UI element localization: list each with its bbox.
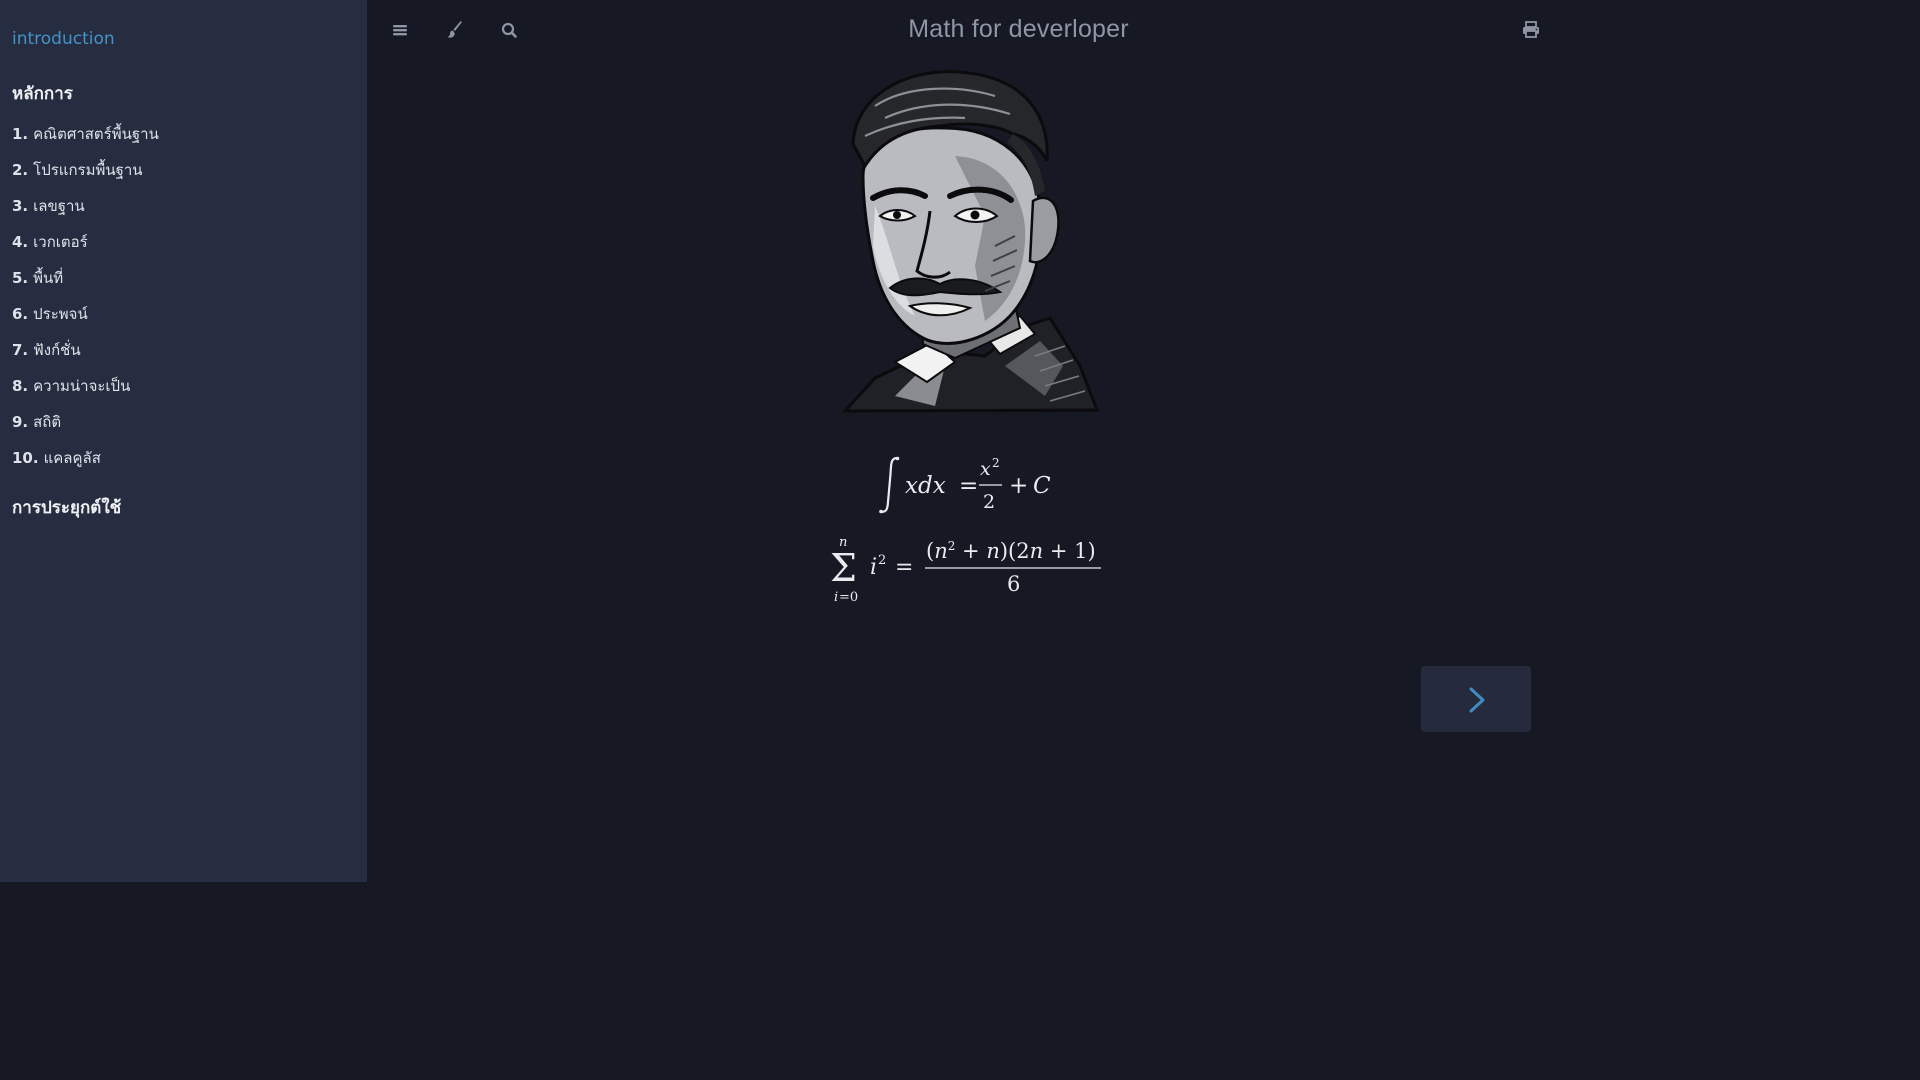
page-title: Math for deverloper — [908, 15, 1129, 43]
chapter-number: 3. — [12, 197, 29, 215]
sidebar-item-chapter-2[interactable]: 2. โปรแกรมพื้นฐาน — [12, 158, 143, 182]
chapter-title: คณิตศาสตร์พื้นฐาน — [33, 125, 159, 143]
chapter-number: 9. — [12, 413, 29, 431]
chapter-title: พื้นที่ — [33, 269, 64, 287]
svg-text:2: 2 — [983, 491, 995, 513]
chapter-title: ฟังก์ชั่น — [33, 341, 81, 359]
svg-text:C: C — [1033, 473, 1051, 499]
sidebar-item-chapter-5[interactable]: 5. พื้นที่ — [12, 266, 63, 290]
next-page-button[interactable] — [1421, 666, 1531, 732]
chapter-title: สถิติ — [33, 413, 62, 431]
sidebar-item-chapter-1[interactable]: 1. คณิตศาสตร์พื้นฐาน — [12, 122, 159, 146]
chapter-title: เวกเตอร์ — [33, 233, 88, 251]
sidebar-item-chapter-10[interactable]: 10. แคลคูลัส — [12, 446, 101, 470]
svg-text:xdx: xdx — [905, 473, 946, 499]
svg-text:i: i — [870, 555, 877, 580]
sidebar: introduction หลักการ 1. คณิตศาสตร์พื้นฐาน… — [0, 0, 367, 882]
svg-text:2: 2 — [878, 553, 886, 568]
summation-formula: n Σ i =0 i 2 = (n2 + n)(2n + 1) 6 — [827, 534, 1107, 608]
svg-text:+: + — [1009, 473, 1028, 499]
sidebar-item-chapter-8[interactable]: 8. ความน่าจะเป็น — [12, 374, 130, 398]
chapter-number: 7. — [12, 341, 29, 359]
svg-text:2: 2 — [992, 456, 1000, 470]
svg-text:6: 6 — [1007, 572, 1020, 596]
sidebar-item-chapter-9[interactable]: 9. สถิติ — [12, 410, 61, 434]
chapter-number: 10. — [12, 449, 39, 467]
portrait-illustration — [835, 66, 1105, 422]
sidebar-item-chapter-7[interactable]: 7. ฟังก์ชั่น — [12, 338, 81, 362]
svg-text:=: = — [959, 473, 978, 499]
svg-text:(n2 + n)(2n + 1): (n2 + n)(2n + 1) — [926, 539, 1096, 563]
svg-text:=: = — [895, 555, 913, 580]
main-content: Math for deverloper xdx = x 2 2 + C n Σ … — [367, 0, 1568, 882]
svg-text:x: x — [980, 458, 991, 480]
sidebar-item-chapter-4[interactable]: 4. เวกเตอร์ — [12, 230, 88, 254]
chapter-number: 6. — [12, 305, 29, 323]
chapter-title: แคลคูลัส — [43, 449, 101, 467]
svg-text:Σ: Σ — [830, 546, 857, 590]
svg-text:=0: =0 — [839, 590, 858, 605]
integral-formula: xdx = x 2 2 + C — [875, 452, 1075, 516]
sidebar-section-principles: หลักการ — [12, 84, 73, 104]
chevron-right-icon — [1469, 687, 1485, 713]
print-icon[interactable] — [1520, 18, 1542, 42]
chapter-title: เลขฐาน — [33, 197, 85, 215]
sidebar-section-applications: การประยุกต์ใช้ — [12, 498, 122, 518]
chapter-number: 5. — [12, 269, 29, 287]
chapter-title: โปรแกรมพื้นฐาน — [33, 161, 143, 179]
chapter-title: ประพจน์ — [33, 305, 88, 323]
chapter-number: 8. — [12, 377, 29, 395]
chapter-number: 2. — [12, 161, 29, 179]
sidebar-item-chapter-6[interactable]: 6. ประพจน์ — [12, 302, 88, 326]
chapter-number: 1. — [12, 125, 29, 143]
sidebar-item-chapter-3[interactable]: 3. เลขฐาน — [12, 194, 85, 218]
svg-text:i: i — [834, 590, 838, 605]
sidebar-item-introduction[interactable]: introduction — [12, 29, 115, 49]
chapter-number: 4. — [12, 233, 29, 251]
chapter-title: ความน่าจะเป็น — [33, 377, 131, 395]
